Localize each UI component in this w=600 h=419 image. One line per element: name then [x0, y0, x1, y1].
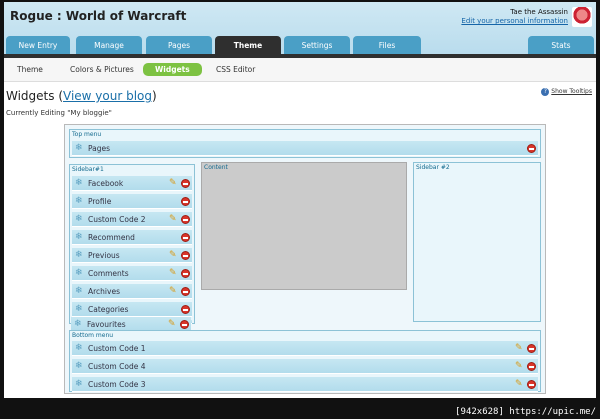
- edit-pencil-icon[interactable]: ✎: [169, 214, 177, 225]
- remove-icon[interactable]: [181, 179, 190, 188]
- edit-pencil-icon[interactable]: ✎: [169, 178, 177, 189]
- widget-label: Profile: [88, 197, 112, 206]
- zone-sidebar-2[interactable]: Sidebar #2: [413, 162, 541, 322]
- drag-handle-icon[interactable]: ❄: [74, 319, 82, 330]
- remove-icon[interactable]: [181, 305, 190, 314]
- edit-pencil-icon[interactable]: ✎: [169, 286, 177, 297]
- remove-icon[interactable]: [181, 197, 190, 206]
- drag-handle-icon[interactable]: ❄: [75, 178, 83, 189]
- main-tabs: New Entry Manage Pages Theme Settings Fi…: [4, 36, 596, 56]
- zone-sidebar-1[interactable]: Sidebar#1 ❄ Facebook ✎ ❄ Profile ❄ Custo…: [69, 164, 195, 324]
- widget-label: Recommend: [88, 233, 135, 242]
- show-tooltips-label: Show Tooltips: [551, 88, 592, 95]
- drag-handle-icon[interactable]: ❄: [75, 361, 83, 372]
- widget-custom-code-2[interactable]: ❄ Custom Code 2 ✎: [72, 212, 192, 227]
- remove-icon[interactable]: [527, 144, 536, 153]
- widget-label: Pages: [88, 144, 111, 153]
- show-tooltips-link[interactable]: ? Show Tooltips: [541, 88, 592, 96]
- widget-label: Custom Code 4: [88, 362, 146, 371]
- tab-settings[interactable]: Settings: [284, 36, 350, 56]
- drag-handle-icon[interactable]: ❄: [75, 214, 83, 225]
- widget-archives[interactable]: ❄ Archives ✎: [72, 284, 192, 299]
- app-window: Rogue : World of Warcraft Tae the Assass…: [4, 2, 596, 398]
- tab-files[interactable]: Files: [353, 36, 421, 56]
- widget-previous[interactable]: ❄ Previous ✎: [72, 248, 192, 263]
- tab-theme[interactable]: Theme: [215, 36, 281, 56]
- edit-profile-link[interactable]: Edit your personal information: [461, 17, 568, 25]
- drag-handle-icon[interactable]: ❄: [75, 250, 83, 261]
- widget-label: Custom Code 1: [88, 344, 146, 353]
- widget-pages[interactable]: ❄ Pages: [72, 141, 538, 156]
- view-blog-link[interactable]: View your blog: [63, 89, 152, 103]
- widget-layout-canvas: Top menu ❄ Pages Sidebar#1 ❄ Facebook ✎ …: [64, 124, 546, 394]
- tab-manage[interactable]: Manage: [76, 36, 142, 56]
- subtab-widgets[interactable]: Widgets: [143, 63, 202, 76]
- drag-handle-icon[interactable]: ❄: [75, 196, 83, 207]
- zone-content[interactable]: Content: [201, 162, 407, 290]
- remove-icon[interactable]: [181, 269, 190, 278]
- edit-pencil-icon[interactable]: ✎: [515, 361, 523, 372]
- widget-categories[interactable]: ❄ Categories: [72, 302, 192, 317]
- edit-pencil-icon[interactable]: ✎: [515, 343, 523, 354]
- zone-bottom-menu[interactable]: Bottom menu ❄ Custom Code 1 ✎ ❄ Custom C…: [69, 330, 541, 392]
- widget-custom-code-1[interactable]: ❄ Custom Code 1 ✎: [72, 341, 538, 356]
- widget-custom-code-3[interactable]: ❄ Custom Code 3 ✎: [72, 377, 538, 392]
- remove-icon[interactable]: [527, 380, 536, 389]
- remove-icon[interactable]: [527, 362, 536, 371]
- drag-handle-icon[interactable]: ❄: [75, 379, 83, 390]
- widget-custom-code-4[interactable]: ❄ Custom Code 4 ✎: [72, 359, 538, 374]
- widget-profile[interactable]: ❄ Profile: [72, 194, 192, 209]
- remove-icon[interactable]: [181, 233, 190, 242]
- widget-label: Comments: [88, 269, 129, 278]
- widget-label: Favourites: [87, 320, 126, 329]
- remove-icon[interactable]: [181, 251, 190, 260]
- drag-handle-icon[interactable]: ❄: [75, 232, 83, 243]
- zone-label: Content: [204, 164, 228, 171]
- edit-pencil-icon[interactable]: ✎: [169, 250, 177, 261]
- drag-handle-icon[interactable]: ❄: [75, 268, 83, 279]
- widget-label: Archives: [88, 287, 120, 296]
- edit-pencil-icon[interactable]: ✎: [515, 379, 523, 390]
- widget-comments[interactable]: ❄ Comments ✎: [72, 266, 192, 281]
- site-title: Rogue : World of Warcraft: [10, 9, 187, 23]
- page-title-text: Widgets (: [6, 89, 64, 103]
- widget-label: Facebook: [88, 179, 124, 188]
- subtab-colors-pictures[interactable]: Colors & Pictures: [70, 65, 134, 74]
- drag-handle-icon[interactable]: ❄: [75, 304, 83, 315]
- subtab-theme[interactable]: Theme: [17, 65, 43, 74]
- remove-icon[interactable]: [181, 287, 190, 296]
- tab-new-entry[interactable]: New Entry: [6, 36, 70, 56]
- tab-stats[interactable]: Stats: [528, 36, 594, 56]
- editing-status: Currently Editing "My bloggie": [6, 109, 112, 117]
- page-title-suffix: ): [152, 89, 157, 103]
- widget-label: Custom Code 2: [88, 215, 146, 224]
- widget-label: Previous: [88, 251, 120, 260]
- edit-pencil-icon[interactable]: ✎: [169, 268, 177, 279]
- drag-handle-icon[interactable]: ❄: [75, 343, 83, 354]
- widget-label: Categories: [88, 305, 129, 314]
- tab-pages[interactable]: Pages: [146, 36, 212, 56]
- zone-top-menu[interactable]: Top menu ❄ Pages: [69, 129, 541, 158]
- widget-label: Custom Code 3: [88, 380, 146, 389]
- page-title: Widgets (View your blog): [6, 89, 157, 103]
- user-name: Tae the Assassin: [510, 8, 568, 16]
- widget-recommend[interactable]: ❄ Recommend: [72, 230, 192, 245]
- remove-icon[interactable]: [181, 215, 190, 224]
- remove-icon[interactable]: [180, 320, 189, 329]
- zone-label: Sidebar#1: [72, 166, 104, 173]
- zone-label: Bottom menu: [72, 332, 114, 339]
- edit-pencil-icon[interactable]: ✎: [168, 319, 176, 330]
- header: Rogue : World of Warcraft Tae the Assass…: [4, 2, 596, 56]
- widget-facebook[interactable]: ❄ Facebook ✎: [72, 176, 192, 191]
- remove-icon[interactable]: [527, 344, 536, 353]
- drag-handle-icon[interactable]: ❄: [75, 143, 83, 154]
- drag-handle-icon[interactable]: ❄: [75, 286, 83, 297]
- help-icon: ?: [541, 88, 550, 96]
- subtab-css-editor[interactable]: CSS Editor: [216, 65, 255, 74]
- watermark: [942x628] https://upic.me/: [455, 407, 596, 417]
- zone-label: Sidebar #2: [416, 164, 450, 171]
- zone-label: Top menu: [72, 131, 102, 138]
- avatar[interactable]: [572, 7, 592, 27]
- theme-subnav: Theme Colors & Pictures Widgets CSS Edit…: [4, 58, 596, 82]
